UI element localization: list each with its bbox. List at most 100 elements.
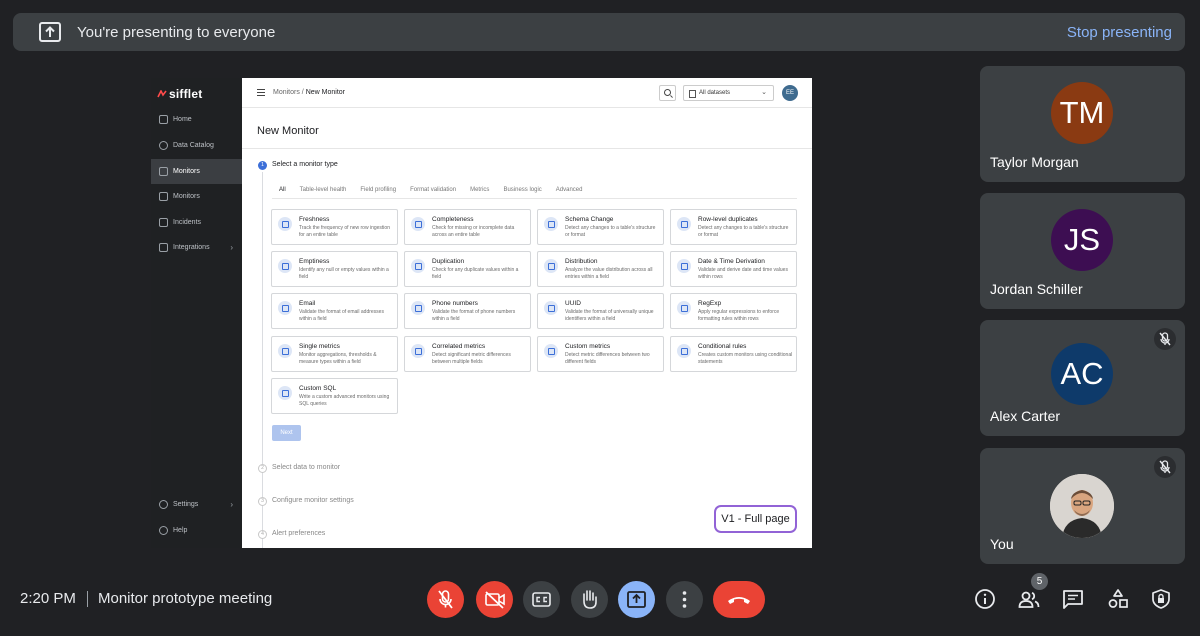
participant-tile-you[interactable]: You: [980, 448, 1185, 564]
dataset-select[interactable]: All datasets ⌄: [683, 85, 774, 101]
monitor-type-icon: [278, 217, 292, 231]
monitor-type-icon: [544, 301, 558, 315]
tab-advanced[interactable]: Advanced: [549, 185, 590, 199]
participant-name: Jordan Schiller: [990, 281, 1083, 297]
monitor-card-single-metrics[interactable]: Single metrics Monitor aggregations, thre…: [271, 336, 398, 372]
nav-monitors-active[interactable]: Monitors: [151, 159, 242, 184]
more-options-button[interactable]: [666, 581, 703, 618]
tab-field-profiling[interactable]: Field profiling: [353, 185, 403, 199]
monitor-type-icon: [411, 217, 425, 231]
present-now-button[interactable]: [618, 581, 655, 618]
host-controls-icon[interactable]: [1150, 588, 1172, 610]
tab-business-logic[interactable]: Business logic: [496, 185, 548, 199]
shared-screen: sifflet Home Data Catalog Monitors Monit…: [151, 78, 812, 548]
leave-call-button[interactable]: [713, 581, 765, 618]
participant-name: Taylor Morgan: [990, 154, 1079, 170]
participant-tile-jordan[interactable]: JS Jordan Schiller: [980, 193, 1185, 309]
user-avatar[interactable]: EE: [782, 85, 798, 101]
monitor-card-uuid[interactable]: UUID Validate the format of universally u…: [537, 293, 664, 329]
nav-incidents[interactable]: Incidents: [151, 210, 242, 235]
monitor-type-icon: [411, 259, 425, 273]
nav-help[interactable]: Help: [151, 518, 242, 543]
present-screen-icon: [39, 22, 61, 42]
divider: [87, 591, 88, 607]
meeting-time: 2:20 PM: [20, 590, 76, 607]
gear-icon: [159, 500, 168, 509]
monitor-icon: [159, 167, 168, 176]
monitor-card-date-time-derivation[interactable]: Date & Time Derivation Validate and deriv…: [670, 251, 797, 287]
nav-integrations[interactable]: Integrations ›: [151, 235, 242, 260]
avatar: TM: [1051, 82, 1113, 144]
people-count-badge: 5: [1031, 573, 1048, 590]
tab-metrics[interactable]: Metrics: [463, 185, 496, 199]
meeting-info-icon[interactable]: [974, 588, 996, 610]
monitor-card-email[interactable]: Email Validate the format of email addres…: [271, 293, 398, 329]
monitor-card-correlated-metrics[interactable]: Correlated metrics Detect significant met…: [404, 336, 531, 372]
nav-data-catalog[interactable]: Data Catalog: [151, 133, 242, 158]
avatar: AC: [1051, 343, 1113, 405]
nav-home[interactable]: Home: [151, 107, 242, 132]
mic-off-icon: [1154, 456, 1176, 478]
next-button[interactable]: Next: [272, 425, 301, 441]
chat-icon[interactable]: [1062, 588, 1084, 610]
meeting-title: Monitor prototype meeting: [98, 590, 273, 607]
mic-toggle-button[interactable]: [427, 581, 464, 618]
menu-icon[interactable]: [257, 89, 265, 96]
monitor-card-completeness[interactable]: Completeness Check for missing or incompl…: [404, 209, 531, 245]
mic-off-icon: [1154, 328, 1176, 350]
monitor-card-phone-numbers[interactable]: Phone numbers Validate the format of phon…: [404, 293, 531, 329]
end-call-icon: [728, 597, 750, 604]
presenting-banner: You're presenting to everyone Stop prese…: [13, 13, 1185, 51]
chevron-down-icon: ⌄: [761, 89, 767, 96]
chevron-right-icon: ›: [230, 243, 233, 252]
monitor-type-icon: [677, 259, 691, 273]
camera-toggle-button[interactable]: [476, 581, 513, 618]
monitor-type-icon: [544, 217, 558, 231]
stepper-rail: [262, 172, 263, 548]
flag-icon: [159, 218, 168, 227]
page-title: New Monitor: [257, 125, 319, 137]
monitor-type-icon: [278, 259, 292, 273]
activities-icon[interactable]: [1107, 588, 1129, 610]
stop-presenting-button[interactable]: Stop presenting: [1067, 24, 1172, 41]
monitor-card-distribution[interactable]: Distribution Analyze the value distributi…: [537, 251, 664, 287]
monitor-card-conditional-rules[interactable]: Conditional rules Creates custom monitors…: [670, 336, 797, 372]
monitor-card-regexp[interactable]: RegExp Apply regular expressions to enfor…: [670, 293, 797, 329]
search-button[interactable]: [659, 85, 676, 101]
captions-button[interactable]: [523, 581, 560, 618]
monitor-card-custom-metrics[interactable]: Custom metrics Detect metric differences …: [537, 336, 664, 372]
nav-monitors[interactable]: Monitors: [151, 184, 242, 209]
participant-tile-alex[interactable]: AC Alex Carter: [980, 320, 1185, 436]
search-icon: [159, 141, 168, 150]
tab-format-validation[interactable]: Format validation: [403, 185, 463, 199]
divider: [242, 148, 812, 149]
monitor-card-freshness[interactable]: Freshness Track the frequency of new row …: [271, 209, 398, 245]
monitor-type-icon: [411, 301, 425, 315]
present-screen-icon: [627, 591, 646, 608]
monitor-type-icon: [278, 344, 292, 358]
logo-mark-icon: [157, 90, 167, 98]
step-2-label[interactable]: Select data to monitor: [272, 464, 340, 471]
nav-settings[interactable]: Settings ›: [151, 492, 242, 517]
monitor-type-icon: [278, 386, 292, 400]
monitor-card-emptiness[interactable]: Emptiness Identify any null or empty valu…: [271, 251, 398, 287]
monitor-type-icon: [278, 301, 292, 315]
monitor-type-icon: [411, 344, 425, 358]
more-vertical-icon: [682, 591, 687, 608]
step-3-label[interactable]: Configure monitor settings: [272, 497, 354, 504]
participant-tile-taylor[interactable]: TM Taylor Morgan: [980, 66, 1185, 182]
camera-off-icon: [485, 591, 505, 609]
tab-all[interactable]: All: [272, 185, 293, 199]
chevron-right-icon: ›: [230, 500, 233, 509]
raise-hand-button[interactable]: [571, 581, 608, 618]
monitor-card-custom-sql[interactable]: Custom SQL Write a custom advanced monito…: [271, 378, 398, 414]
breadcrumb-parent[interactable]: Monitors: [273, 89, 300, 96]
step-4-indicator: 4: [258, 530, 267, 539]
monitor-card-schema-change[interactable]: Schema Change Detect any changes to a tab…: [537, 209, 664, 245]
step-4-label[interactable]: Alert preferences: [272, 530, 325, 537]
monitor-card-row-level-duplicates[interactable]: Row-level duplicates Detect any changes t…: [670, 209, 797, 245]
tab-table-level-health[interactable]: Table-level health: [293, 185, 354, 199]
people-icon[interactable]: [1018, 588, 1040, 610]
home-icon: [159, 115, 168, 124]
monitor-card-duplication[interactable]: Duplication Check for any duplicate value…: [404, 251, 531, 287]
